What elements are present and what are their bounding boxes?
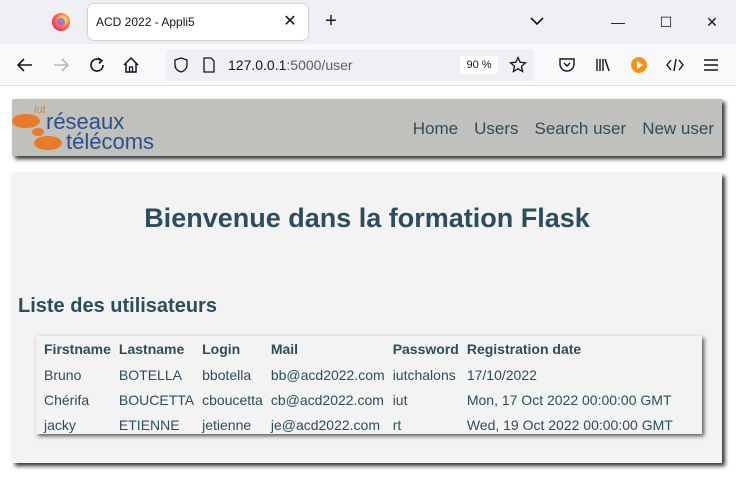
shield-icon[interactable] xyxy=(170,54,192,76)
cell-login: cboucetta xyxy=(202,391,263,408)
cell-password: iut xyxy=(392,391,408,408)
site-menu: Home Users Search user New user xyxy=(413,119,714,139)
home-icon[interactable] xyxy=(120,54,142,76)
reload-icon[interactable] xyxy=(86,54,108,76)
cell-registration-date: 17/10/2022 xyxy=(466,366,537,383)
cell-firstname: jacky xyxy=(44,416,76,433)
cell-mail: je@acd2022.com xyxy=(270,416,381,433)
table-row: jacky ETIENNE jetienne je@acd2022.com rt… xyxy=(36,412,677,437)
cell-password: rt xyxy=(392,416,402,433)
zoom-level[interactable]: 90 % xyxy=(460,56,498,74)
iut-reseaux-telecoms-logo[interactable]: iut réseaux télécoms xyxy=(12,101,184,153)
web-page: iut réseaux télécoms Home Users Search u… xyxy=(0,87,736,488)
browser-nav-bar: 127.0.0.1:5000/user 90 % xyxy=(0,44,736,86)
logo-orange-shape xyxy=(12,114,40,128)
url-path: :5000/user xyxy=(286,57,353,73)
firefox-icon xyxy=(52,13,70,31)
menu-home[interactable]: Home xyxy=(413,119,458,139)
browser-tab-strip: ACD 2022 - Appli5 ✕ + — ☐ ✕ xyxy=(0,0,736,44)
cell-mail: cb@acd2022.com xyxy=(270,391,384,408)
cell-firstname: Bruno xyxy=(44,366,82,383)
cell-login: bbotella xyxy=(202,366,252,383)
table-header-row: Firstname Lastname Login Mail Password R… xyxy=(36,336,677,362)
cell-lastname: ETIENNE xyxy=(118,416,180,433)
hamburger-menu-icon[interactable] xyxy=(700,54,722,76)
logo-telecoms: télécoms xyxy=(66,129,154,153)
column-header-password: Password xyxy=(392,341,459,357)
column-header-login: Login xyxy=(202,341,241,357)
column-header-mail: Mail xyxy=(270,341,299,357)
close-icon[interactable]: ✕ xyxy=(280,12,300,32)
cell-mail: bb@acd2022.com xyxy=(270,366,385,383)
new-tab-button[interactable]: + xyxy=(320,10,342,32)
tab-title: ACD 2022 - Appli5 xyxy=(96,15,195,29)
cell-firstname: Chérifa xyxy=(44,391,90,408)
url-bar[interactable]: 127.0.0.1:5000/user 90 % xyxy=(166,49,534,81)
site-header: iut réseaux télécoms Home Users Search u… xyxy=(12,99,722,156)
pocket-icon[interactable] xyxy=(556,54,578,76)
cell-registration-date: Mon, 17 Oct 2022 00:00:00 GMT xyxy=(466,391,672,408)
cell-password: iutchalons xyxy=(392,366,456,383)
table-row: Chérifa BOUCETTA cboucetta cb@acd2022.co… xyxy=(36,387,677,412)
star-icon[interactable] xyxy=(507,54,529,76)
menu-search-user[interactable]: Search user xyxy=(535,119,627,139)
page-title: Bienvenue dans la formation Flask xyxy=(144,203,590,233)
column-header-lastname: Lastname xyxy=(118,341,185,357)
cell-lastname: BOUCETTA xyxy=(118,391,195,408)
forward-arrow-icon[interactable] xyxy=(50,54,72,76)
browser-tab[interactable]: ACD 2022 - Appli5 ✕ xyxy=(88,4,308,40)
chevron-down-icon[interactable] xyxy=(527,11,547,31)
menu-new-user[interactable]: New user xyxy=(642,119,714,139)
cell-login: jetienne xyxy=(202,416,252,433)
page-icon[interactable] xyxy=(198,54,220,76)
logo-orange-shape xyxy=(34,136,62,150)
maximize-icon[interactable]: ☐ xyxy=(654,10,678,34)
users-table-container: Firstname Lastname Login Mail Password R… xyxy=(36,336,702,434)
logo-iut: iut xyxy=(34,104,47,116)
extension-play-icon[interactable] xyxy=(628,54,650,76)
url-host: 127.0.0.1 xyxy=(228,57,287,73)
minimize-icon[interactable]: — xyxy=(606,10,630,34)
cell-lastname: BOTELLA xyxy=(118,366,182,383)
back-arrow-icon[interactable] xyxy=(14,54,36,76)
close-window-icon[interactable]: ✕ xyxy=(700,10,724,34)
column-header-registration-date: Registration date xyxy=(466,341,582,357)
table-row: Bruno BOTELLA bbotella bb@acd2022.com iu… xyxy=(36,362,677,387)
library-icon[interactable] xyxy=(592,54,614,76)
users-table: Firstname Lastname Login Mail Password R… xyxy=(36,336,677,437)
cell-registration-date: Wed, 19 Oct 2022 00:00:00 GMT xyxy=(466,416,673,433)
section-title: Liste des utilisateurs xyxy=(18,295,217,317)
column-header-firstname: Firstname xyxy=(44,341,111,357)
logo-orange-shape xyxy=(32,128,44,136)
menu-users[interactable]: Users xyxy=(474,119,518,139)
url-text[interactable]: 127.0.0.1:5000/user xyxy=(228,57,353,73)
developer-tools-icon[interactable] xyxy=(664,54,686,76)
content-panel: Bienvenue dans la formation Flask Liste … xyxy=(12,173,722,463)
